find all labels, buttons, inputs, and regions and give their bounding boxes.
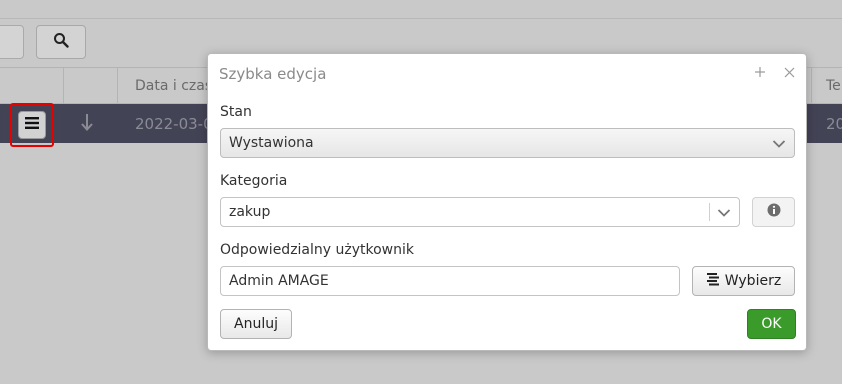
responsible-user-field[interactable]: Admin AMAGE <box>220 266 680 296</box>
category-info-button[interactable] <box>752 197 795 227</box>
info-icon <box>767 203 781 221</box>
dialog-title: Szybka edycja <box>219 65 327 83</box>
responsible-user-value: Admin AMAGE <box>229 273 329 289</box>
search-button[interactable] <box>36 25 86 59</box>
column-separator <box>117 68 118 104</box>
plus-icon[interactable] <box>751 63 769 81</box>
row-menu-button[interactable] <box>18 111 46 139</box>
column-header-date[interactable]: Data i czas <box>135 78 212 94</box>
top-divider <box>0 18 842 19</box>
chevron-down-icon <box>772 137 786 153</box>
cancel-button[interactable]: Anuluj <box>220 309 292 339</box>
hamburger-icon <box>24 116 40 134</box>
close-icon[interactable] <box>780 63 798 81</box>
column-header-next[interactable]: Te <box>826 78 841 94</box>
status-select[interactable]: Wystawiona <box>220 128 795 158</box>
search-icon <box>53 32 69 52</box>
select-divider <box>709 203 710 221</box>
ok-button[interactable]: OK <box>747 309 796 339</box>
category-label: Kategoria <box>220 173 288 189</box>
category-select[interactable]: zakup <box>220 197 740 227</box>
row-date-cell: 2022-03-0 <box>135 115 213 133</box>
quick-edit-dialog: Szybka edycja Stan Wystawiona Kategoria … <box>207 53 807 351</box>
category-value: zakup <box>229 204 271 220</box>
list-icon <box>706 272 720 290</box>
status-label: Stan <box>220 104 252 120</box>
row-menu-highlight <box>10 103 54 147</box>
search-field[interactable] <box>0 25 24 59</box>
choose-user-label: Wybierz <box>724 273 782 289</box>
arrow-down-icon[interactable] <box>80 113 94 135</box>
chevron-down-icon <box>717 206 731 222</box>
responsible-user-label: Odpowiedzialny użytkownik <box>220 242 415 258</box>
status-value: Wystawiona <box>229 135 314 151</box>
choose-user-button[interactable]: Wybierz <box>692 266 795 296</box>
column-separator <box>63 68 64 104</box>
column-separator <box>811 68 812 104</box>
row-next-cell: 20 <box>826 115 842 133</box>
